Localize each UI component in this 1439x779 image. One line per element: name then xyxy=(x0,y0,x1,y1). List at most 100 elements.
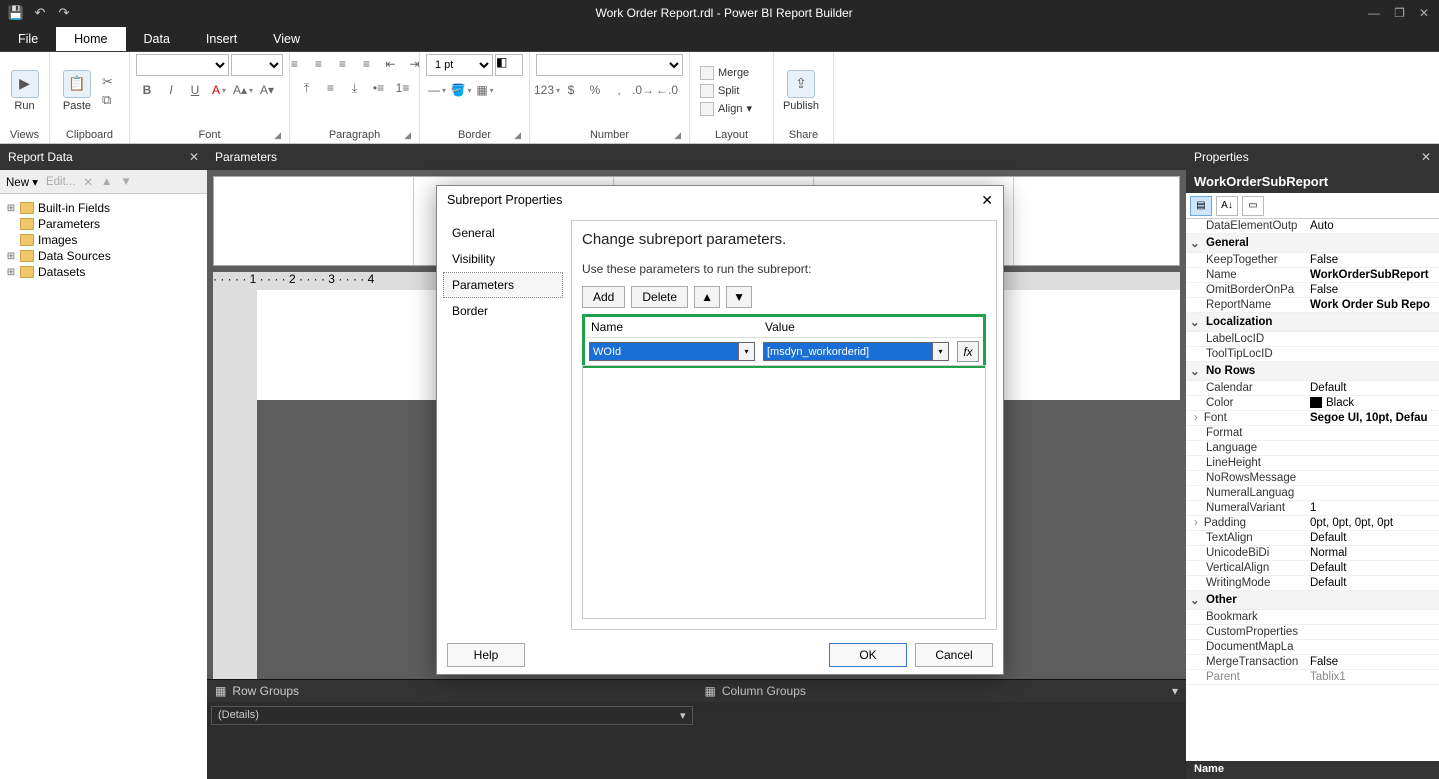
tab-insert[interactable]: Insert xyxy=(188,27,255,51)
ruler-vertical xyxy=(213,290,257,679)
row-group-item[interactable]: (Details)▾ xyxy=(211,706,693,725)
align-button[interactable]: Align ▾ xyxy=(696,101,756,117)
window-title: Work Order Report.rdl - Power BI Report … xyxy=(80,6,1368,20)
align-right-icon[interactable]: ≡ xyxy=(332,54,354,74)
subreport-properties-dialog: Subreport Properties ✕ General Visibilit… xyxy=(436,185,1004,675)
valign-top-icon[interactable]: ⤒ xyxy=(296,78,318,98)
property-footer: Name xyxy=(1186,761,1439,779)
tree-node[interactable]: ⊞Built-in Fields xyxy=(4,200,203,216)
categorized-icon[interactable]: ▤ xyxy=(1190,196,1212,216)
alphabetical-icon[interactable]: A↓ xyxy=(1216,196,1238,216)
border-color-icon[interactable]: ◧ xyxy=(495,54,523,76)
down-icon[interactable]: ▼ xyxy=(120,176,131,188)
grow-font-icon[interactable]: A▴ xyxy=(232,80,254,100)
bullets-icon[interactable]: •≡ xyxy=(368,78,390,98)
redo-icon[interactable]: ↷ xyxy=(56,5,72,21)
tree-node[interactable]: ⊞Data Sources xyxy=(4,248,203,264)
copy-icon[interactable]: ⧉ xyxy=(102,92,113,108)
valign-bot-icon[interactable]: ⤓ xyxy=(344,78,366,98)
tab-view[interactable]: View xyxy=(255,27,318,51)
dec-decimal-icon[interactable]: ←.0 xyxy=(656,80,678,100)
chevron-down-icon[interactable]: ▾ xyxy=(680,709,686,722)
font-family-select[interactable] xyxy=(136,54,229,76)
close-icon[interactable]: ✕ xyxy=(1421,150,1431,164)
justify-icon[interactable]: ≡ xyxy=(356,54,378,74)
restore-button[interactable]: ❐ xyxy=(1394,6,1405,20)
help-button[interactable]: Help xyxy=(447,643,525,667)
up-icon[interactable]: ▲ xyxy=(101,176,112,188)
delete-button[interactable]: Delete xyxy=(631,286,688,308)
property-grid[interactable]: DataElementOutpAuto ⌄General KeepTogethe… xyxy=(1186,219,1439,761)
currency-icon[interactable]: $ xyxy=(560,80,582,100)
tab-file[interactable]: File xyxy=(0,27,56,51)
nav-border[interactable]: Border xyxy=(443,298,563,324)
nav-parameters[interactable]: Parameters xyxy=(443,272,563,298)
number-format-select[interactable] xyxy=(536,54,683,76)
chevron-down-icon[interactable]: ▾ xyxy=(739,342,755,361)
delete-icon[interactable]: ✕ xyxy=(83,175,93,189)
group-border: Border◢ xyxy=(426,127,523,143)
tab-home[interactable]: Home xyxy=(56,27,125,51)
cancel-button[interactable]: Cancel xyxy=(915,643,993,667)
close-button[interactable]: ✕ xyxy=(1419,6,1429,20)
bold-icon[interactable]: B xyxy=(136,80,158,100)
new-button[interactable]: New ▾ xyxy=(6,175,38,189)
ok-button[interactable]: OK xyxy=(829,643,907,667)
group-clipboard: Clipboard xyxy=(56,127,123,143)
shrink-font-icon[interactable]: A▾ xyxy=(256,80,278,100)
folder-icon xyxy=(20,250,34,262)
edit-button[interactable]: Edit... xyxy=(46,176,75,188)
group-paragraph: Paragraph◢ xyxy=(296,127,413,143)
align-left-icon[interactable]: ≡ xyxy=(284,54,306,74)
param-name-input[interactable] xyxy=(589,342,739,361)
inc-decimal-icon[interactable]: .0→ xyxy=(632,80,654,100)
property-pages-icon[interactable]: ▭ xyxy=(1242,196,1264,216)
cut-icon[interactable]: ✂ xyxy=(102,74,113,90)
nav-visibility[interactable]: Visibility xyxy=(443,246,563,272)
italic-icon[interactable]: I xyxy=(160,80,182,100)
nav-general[interactable]: General xyxy=(443,220,563,246)
fx-button[interactable]: fx xyxy=(957,341,979,362)
run-button[interactable]: ▶Run xyxy=(6,59,43,123)
folder-icon xyxy=(20,218,34,230)
underline-icon[interactable]: U xyxy=(184,80,206,100)
tree-node[interactable]: Images xyxy=(4,232,203,248)
chevron-down-icon[interactable]: ▾ xyxy=(933,342,949,361)
tree-node[interactable]: ⊞Datasets xyxy=(4,264,203,280)
valign-mid-icon[interactable]: ≡ xyxy=(320,78,342,98)
percent-icon[interactable]: % xyxy=(584,80,606,100)
color-swatch xyxy=(1310,397,1322,408)
save-icon[interactable]: 💾 xyxy=(8,5,24,21)
align-center-icon[interactable]: ≡ xyxy=(308,54,330,74)
undo-icon[interactable]: ↶ xyxy=(32,5,48,21)
border-weight-select[interactable]: 1 pt xyxy=(426,54,493,76)
selected-object: WorkOrderSubReport xyxy=(1186,170,1439,193)
comma-icon[interactable]: , xyxy=(608,80,630,100)
parameter-list-area[interactable] xyxy=(582,365,986,619)
move-up-button[interactable]: ▲ xyxy=(694,286,720,308)
numbers-icon[interactable]: 1≡ xyxy=(392,78,414,98)
report-data-tree[interactable]: ⊞Built-in Fields Parameters Images ⊞Data… xyxy=(0,194,207,779)
dialog-title: Subreport Properties xyxy=(447,193,562,207)
param-value-input[interactable] xyxy=(763,342,933,361)
tab-data[interactable]: Data xyxy=(126,27,188,51)
close-icon[interactable]: ✕ xyxy=(981,192,993,209)
fill-color-icon[interactable]: 🪣 xyxy=(450,80,472,100)
merge-button[interactable]: Merge xyxy=(696,65,756,81)
publish-button[interactable]: ⇪Publish xyxy=(780,59,822,123)
tree-node[interactable]: Parameters xyxy=(4,216,203,232)
paste-button[interactable]: 📋Paste xyxy=(56,59,98,123)
font-color-icon[interactable]: A xyxy=(208,80,230,100)
split-button[interactable]: Split xyxy=(696,83,756,99)
close-icon[interactable]: ✕ xyxy=(189,150,199,164)
font-size-select[interactable] xyxy=(231,54,283,76)
move-down-button[interactable]: ▼ xyxy=(726,286,752,308)
num-category-icon[interactable]: 123 xyxy=(536,80,558,100)
group-layout: Layout xyxy=(696,127,767,143)
minimize-button[interactable]: — xyxy=(1368,6,1380,20)
borders-icon[interactable]: ▦ xyxy=(474,80,496,100)
border-line-icon[interactable]: — xyxy=(426,80,448,100)
dec-indent-icon[interactable]: ⇤ xyxy=(380,54,402,74)
add-button[interactable]: Add xyxy=(582,286,625,308)
chevron-down-icon[interactable]: ▾ xyxy=(1172,684,1178,698)
